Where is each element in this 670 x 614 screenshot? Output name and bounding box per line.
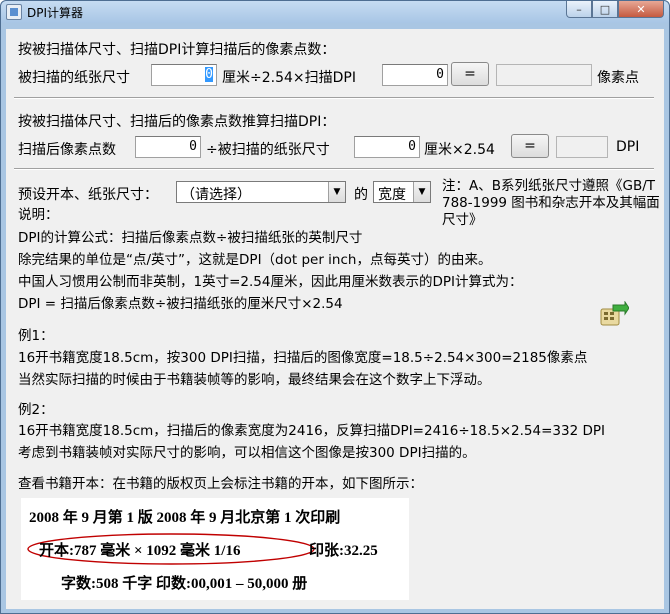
explanation-line: 中国人习惯用公制而非英制，1英寸=2.54厘米，因此用厘米数表示的DPI计算式为… bbox=[18, 274, 523, 290]
pixels-result-field[interactable] bbox=[496, 64, 592, 86]
divider-2 bbox=[14, 168, 654, 170]
dpi-unit-label: DPI bbox=[616, 139, 640, 155]
dimension-select[interactable]: 宽度 ▼ bbox=[373, 181, 431, 203]
divider-1 bbox=[14, 97, 654, 99]
chevron-down-icon[interactable]: ▼ bbox=[328, 182, 345, 202]
maximize-button[interactable]: □ bbox=[592, 1, 618, 18]
app-icon bbox=[6, 4, 22, 20]
formula-text-1: 厘米÷2.54×扫描DPI bbox=[222, 70, 356, 86]
example1-line: 16开书籍宽度18.5cm，按300 DPI扫描，扫描后的图像宽度=18.5÷2… bbox=[18, 350, 588, 366]
example2-title: 例2： bbox=[18, 402, 54, 418]
pixels-unit-label: 像素点 bbox=[597, 70, 639, 86]
explanation-line: DPI的计算公式：扫描后像素点数÷被扫描纸张的英制尺寸 bbox=[18, 230, 363, 246]
title-bar[interactable]: DPI计算器 – □ ✕ bbox=[1, 1, 669, 23]
pixel-count-label: 扫描后像素点数 bbox=[18, 142, 116, 158]
of-label: 的 bbox=[354, 187, 368, 203]
section1-heading: 按被扫描体尺寸、扫描DPI计算扫描后的像素点数： bbox=[18, 42, 336, 58]
app-window: DPI计算器 – □ ✕ 按被扫描体尺寸、扫描DPI计算扫描后的像素点数： 被扫… bbox=[0, 0, 670, 614]
edition-line: 2008 年 9 月第 1 版 2008 年 9 月北京第 1 次印刷 bbox=[29, 510, 341, 526]
chevron-down-icon[interactable]: ▼ bbox=[413, 182, 430, 202]
example1-title: 例1： bbox=[18, 328, 54, 344]
cm-multiplier-text: 厘米×2.54 bbox=[424, 142, 495, 158]
format-line: 开本:787 毫米 × 1092 毫米 1/16 bbox=[39, 543, 241, 559]
window-title: DPI计算器 bbox=[27, 6, 84, 20]
dpi-result-field[interactable] bbox=[556, 136, 608, 158]
preset-label: 预设开本、纸张尺寸： bbox=[18, 187, 158, 203]
paper-size-label: 被扫描的纸张尺寸 bbox=[18, 70, 130, 86]
sheets-line: 印张:32.25 bbox=[309, 543, 378, 559]
section2-heading: 按被扫描体尺寸、扫描后的像素点数推算扫描DPI： bbox=[18, 114, 336, 130]
formula-line: DPI = 扫描后像素点数÷被扫描纸张的厘米尺寸×2.54 bbox=[18, 296, 343, 312]
formula-text-2: ÷被扫描的纸张尺寸 bbox=[206, 142, 330, 158]
client-area: 按被扫描体尺寸、扫描DPI计算扫描后的像素点数： 被扫描的纸张尺寸 0 厘米÷2… bbox=[6, 29, 664, 609]
wordcount-line: 字数:508 千字 印数:00,001 – 50,000 册 bbox=[61, 576, 308, 592]
scan-dpi-input[interactable]: 0 bbox=[382, 64, 448, 86]
explanation-line: 除完结果的单位是“点/英寸”，这就是DPI（dot per inch，点每英寸）… bbox=[18, 252, 492, 268]
paper-preset-value: （请选择） bbox=[181, 187, 251, 203]
standard-note: 注：A、B系列纸张尺寸遵照《GB/T 788-1999 图书和杂志开本及其幅面尺… bbox=[442, 178, 660, 228]
dimension-value: 宽度 bbox=[378, 187, 406, 203]
calc-pixels-button[interactable]: = bbox=[451, 62, 489, 86]
paper-size-input-2[interactable]: 0 bbox=[354, 136, 420, 158]
example2-line: 考虑到书籍装帧对实际尺寸的影响，可以相信这个图像是按300 DPI扫描的。 bbox=[18, 445, 476, 461]
minimize-button[interactable]: – bbox=[566, 1, 592, 18]
example1-line: 当然实际扫描的时候由于书籍装帧等的影响，最终结果会在这个数字上下浮动。 bbox=[18, 372, 491, 388]
calculator-icon bbox=[600, 301, 629, 326]
pixel-count-input[interactable]: 0 bbox=[135, 136, 201, 158]
explanation-title: 说明： bbox=[18, 207, 59, 223]
copyright-page-image: 2008 年 9 月第 1 版 2008 年 9 月北京第 1 次印刷 开本:7… bbox=[21, 498, 409, 600]
paper-preset-select[interactable]: （请选择） ▼ bbox=[176, 181, 346, 203]
close-button[interactable]: ✕ bbox=[618, 1, 664, 18]
example2-line: 16开书籍宽度18.5cm，扫描后的像素宽度为2416，反算扫描DPI=2416… bbox=[18, 423, 605, 439]
view-format-text: 查看书籍开本：在书籍的版权页上会标注书籍的开本，如下图所示： bbox=[18, 476, 423, 492]
calc-dpi-button[interactable]: = bbox=[511, 134, 549, 158]
paper-size-input[interactable]: 0 bbox=[151, 64, 217, 86]
